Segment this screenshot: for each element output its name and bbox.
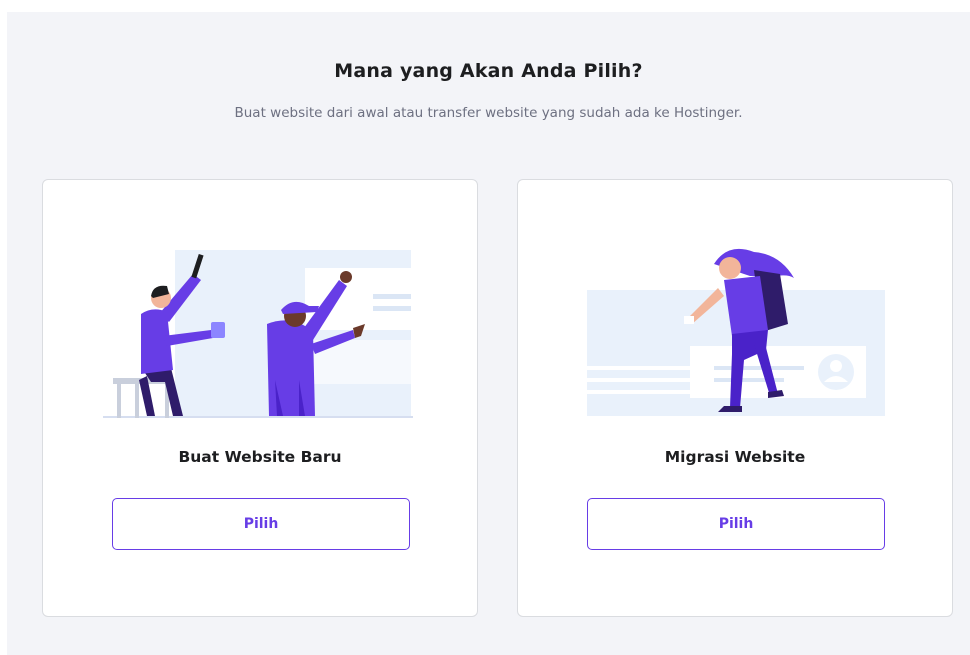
pick-migrate-website-button[interactable]: Pilih — [587, 498, 885, 550]
option-title-migrate-website: Migrasi Website — [664, 448, 806, 466]
option-title-new-website: Buat Website Baru — [178, 448, 342, 466]
builders-illustration — [103, 250, 413, 418]
page-title: Mana yang Akan Anda Pilih? — [334, 60, 643, 82]
page-subtitle: Buat website dari awal atau transfer web… — [234, 105, 743, 121]
option-card-new-website[interactable]: Buat Website Baru Pilih — [42, 179, 478, 617]
choice-panel: Mana yang Akan Anda Pilih? Buat website … — [7, 12, 970, 655]
migration-illustration — [587, 248, 885, 416]
pick-new-website-button[interactable]: Pilih — [112, 498, 410, 550]
option-card-migrate-website[interactable]: Migrasi Website Pilih — [517, 179, 953, 617]
